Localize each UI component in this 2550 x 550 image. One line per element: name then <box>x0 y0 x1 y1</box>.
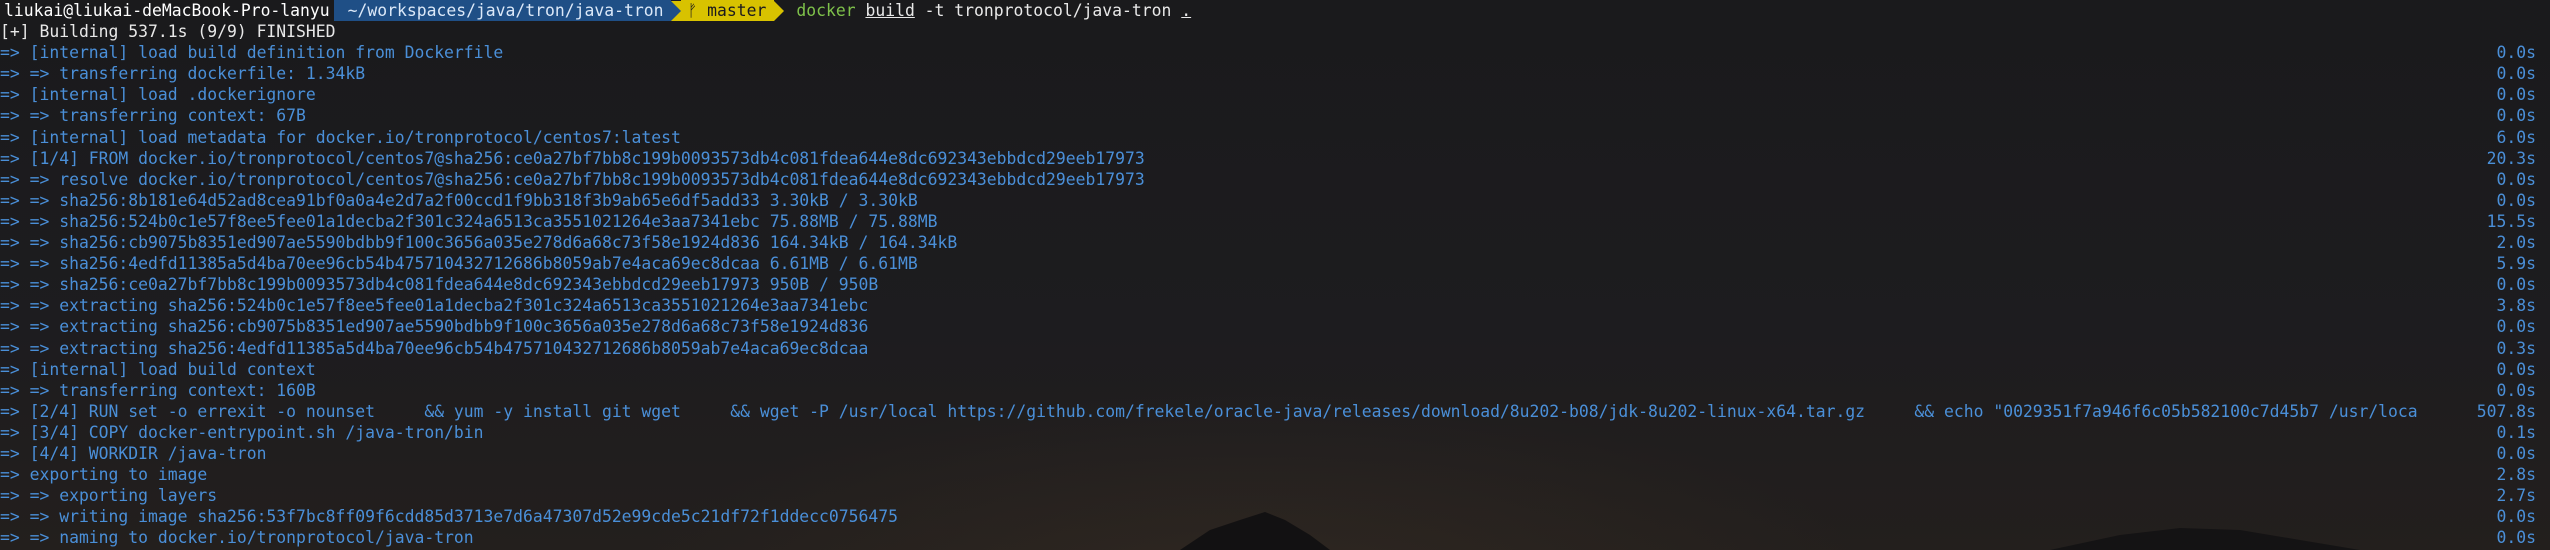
build-step-duration: 0.0s <box>2496 43 2536 63</box>
build-step-duration: 0.0s <box>2496 64 2536 84</box>
build-step-text: => => extracting sha256:4edfd11385a5d4ba… <box>0 338 869 358</box>
build-step-text: => => writing image sha256:53f7bc8ff09f6… <box>0 507 898 527</box>
build-step-text: => => transferring dockerfile: 1.34kB <box>0 64 366 84</box>
build-step-text: => [internal] load build definition from… <box>0 43 504 63</box>
build-step-duration: 2.0s <box>2496 233 2536 253</box>
build-step-duration: 507.8s <box>2476 401 2536 421</box>
build-step-text: => => transferring context: 160B <box>0 380 316 400</box>
command-context-dot: . <box>1181 1 1192 20</box>
build-log-line: => => sha256:524b0c1e57f8ee5fee01a1decba… <box>0 211 2550 232</box>
build-status-text: [+] Building 537.1s (9/9) FINISHED <box>0 22 336 42</box>
command-build: build <box>865 1 915 20</box>
build-step-duration: 0.0s <box>2496 275 2536 295</box>
build-log-line: => [internal] load metadata for docker.i… <box>0 127 2550 148</box>
build-log-line: => [internal] load build definition from… <box>0 42 2550 63</box>
build-log-line: => => extracting sha256:cb9075b8351ed907… <box>0 316 2550 337</box>
prompt-git-branch: ᚠ master <box>681 0 775 22</box>
build-step-duration: 6.0s <box>2496 127 2536 147</box>
build-step-text: => => sha256:524b0c1e57f8ee5fee01a1decba… <box>0 211 938 231</box>
build-step-text: => => extracting sha256:cb9075b8351ed907… <box>0 317 869 337</box>
build-log-line: => => transferring dockerfile: 1.34kB 0.0… <box>0 63 2550 84</box>
build-log-line: => => transferring context: 67B 0.0s <box>0 105 2550 126</box>
build-step-duration: 0.1s <box>2496 422 2536 442</box>
build-step-text: => => sha256:4edfd11385a5d4ba70ee96cb54b… <box>0 254 918 274</box>
build-status-header: [+] Building 537.1s (9/9) FINISHED <box>0 21 2550 42</box>
build-log-line: => => resolve docker.io/tronprotocol/cen… <box>0 169 2550 190</box>
build-log-line: => => transferring context: 160B 0.0s <box>0 380 2550 401</box>
terminal-output: liukai@liukai-deMacBook-Pro-lanyu ~/work… <box>0 0 2550 548</box>
build-step-text: => exporting to image <box>0 465 208 485</box>
build-step-text: => [internal] load build context <box>0 359 316 379</box>
build-log-line: => => sha256:4edfd11385a5d4ba70ee96cb54b… <box>0 253 2550 274</box>
command-docker: docker <box>796 1 856 20</box>
build-step-duration: 0.3s <box>2496 338 2536 358</box>
build-step-text: => => naming to docker.io/tronprotocol/j… <box>0 528 474 548</box>
build-log-line: => => sha256:ce0a27bf7bb8c199b0093573db4… <box>0 274 2550 295</box>
build-step-text: => [internal] load .dockerignore <box>0 85 316 105</box>
build-log-line: => [internal] load build context 0.0s <box>0 359 2550 380</box>
build-log-line: => => writing image sha256:53f7bc8ff09f6… <box>0 506 2550 527</box>
build-step-duration: 0.0s <box>2496 106 2536 126</box>
build-step-duration: 0.0s <box>2496 85 2536 105</box>
build-step-duration: 2.8s <box>2496 465 2536 485</box>
build-step-text: => [internal] load metadata for docker.i… <box>0 127 681 147</box>
build-step-duration: 0.0s <box>2496 190 2536 210</box>
build-log-line: => [3/4] COPY docker-entrypoint.sh /java… <box>0 422 2550 443</box>
build-log-line: => => extracting sha256:524b0c1e57f8ee5f… <box>0 295 2550 316</box>
build-step-text: => [4/4] WORKDIR /java-tron <box>0 443 267 463</box>
command-args: -t tronprotocol/java-tron <box>914 1 1182 20</box>
build-log-line: => => extracting sha256:4edfd11385a5d4ba… <box>0 338 2550 359</box>
build-step-text: => => transferring context: 67B <box>0 106 306 126</box>
build-log-line: => [2/4] RUN set -o errexit -o nounset &… <box>0 401 2550 422</box>
git-branch-icon: ᚠ <box>687 1 698 20</box>
command-line: docker build -t tronprotocol/java-tron . <box>784 0 1191 21</box>
build-step-text: => => sha256:cb9075b8351ed907ae5590bdbb9… <box>0 233 958 253</box>
build-log-line: => [1/4] FROM docker.io/tronprotocol/cen… <box>0 148 2550 169</box>
prompt-path: ~/workspaces/java/tron/java-tron <box>333 0 672 22</box>
build-step-duration: 0.0s <box>2496 169 2536 189</box>
build-step-text: => => extracting sha256:524b0c1e57f8ee5f… <box>0 296 869 316</box>
shell-prompt: liukai@liukai-deMacBook-Pro-lanyu ~/work… <box>0 0 2550 22</box>
build-step-text: => => sha256:ce0a27bf7bb8c199b0093573db4… <box>0 275 879 295</box>
build-step-duration: 0.0s <box>2496 317 2536 337</box>
build-log-line: => => exporting layers 2.7s <box>0 485 2550 506</box>
build-step-duration: 0.0s <box>2496 443 2536 463</box>
build-log-line: => => naming to docker.io/tronprotocol/j… <box>0 527 2550 548</box>
build-step-duration: 5.9s <box>2496 254 2536 274</box>
build-step-duration: 0.0s <box>2496 359 2536 379</box>
powerline-separator <box>671 0 682 21</box>
build-step-text: => [3/4] COPY docker-entrypoint.sh /java… <box>0 422 484 442</box>
build-step-text: => [2/4] RUN set -o errexit -o nounset &… <box>0 401 2418 421</box>
build-log-line: => => sha256:cb9075b8351ed907ae5590bdbb9… <box>0 232 2550 253</box>
build-step-text: => => sha256:8b181e64d52ad8cea91bf0a0a4e… <box>0 190 918 210</box>
build-step-duration: 2.7s <box>2496 486 2536 506</box>
build-step-text: => => resolve docker.io/tronprotocol/cen… <box>0 169 1145 189</box>
build-step-duration: 0.0s <box>2496 507 2536 527</box>
build-step-duration: 15.5s <box>2486 211 2536 231</box>
build-step-text: => => exporting layers <box>0 486 218 506</box>
build-log-line: => => sha256:8b181e64d52ad8cea91bf0a0a4e… <box>0 190 2550 211</box>
branch-name: master <box>707 1 767 20</box>
powerline-separator-end <box>774 0 785 21</box>
build-log-line: => exporting to image 2.8s <box>0 464 2550 485</box>
build-step-duration: 0.0s <box>2496 528 2536 548</box>
build-log-line: => [internal] load .dockerignore 0.0s <box>0 84 2550 105</box>
build-log: => [internal] load build definition from… <box>0 42 2550 548</box>
build-step-duration: 3.8s <box>2496 296 2536 316</box>
build-step-duration: 20.3s <box>2486 148 2536 168</box>
build-log-line: => [4/4] WORKDIR /java-tron 0.0s <box>0 443 2550 464</box>
build-step-text: => [1/4] FROM docker.io/tronprotocol/cen… <box>0 148 1145 168</box>
build-step-duration: 0.0s <box>2496 380 2536 400</box>
prompt-user-host: liukai@liukai-deMacBook-Pro-lanyu <box>4 1 330 20</box>
